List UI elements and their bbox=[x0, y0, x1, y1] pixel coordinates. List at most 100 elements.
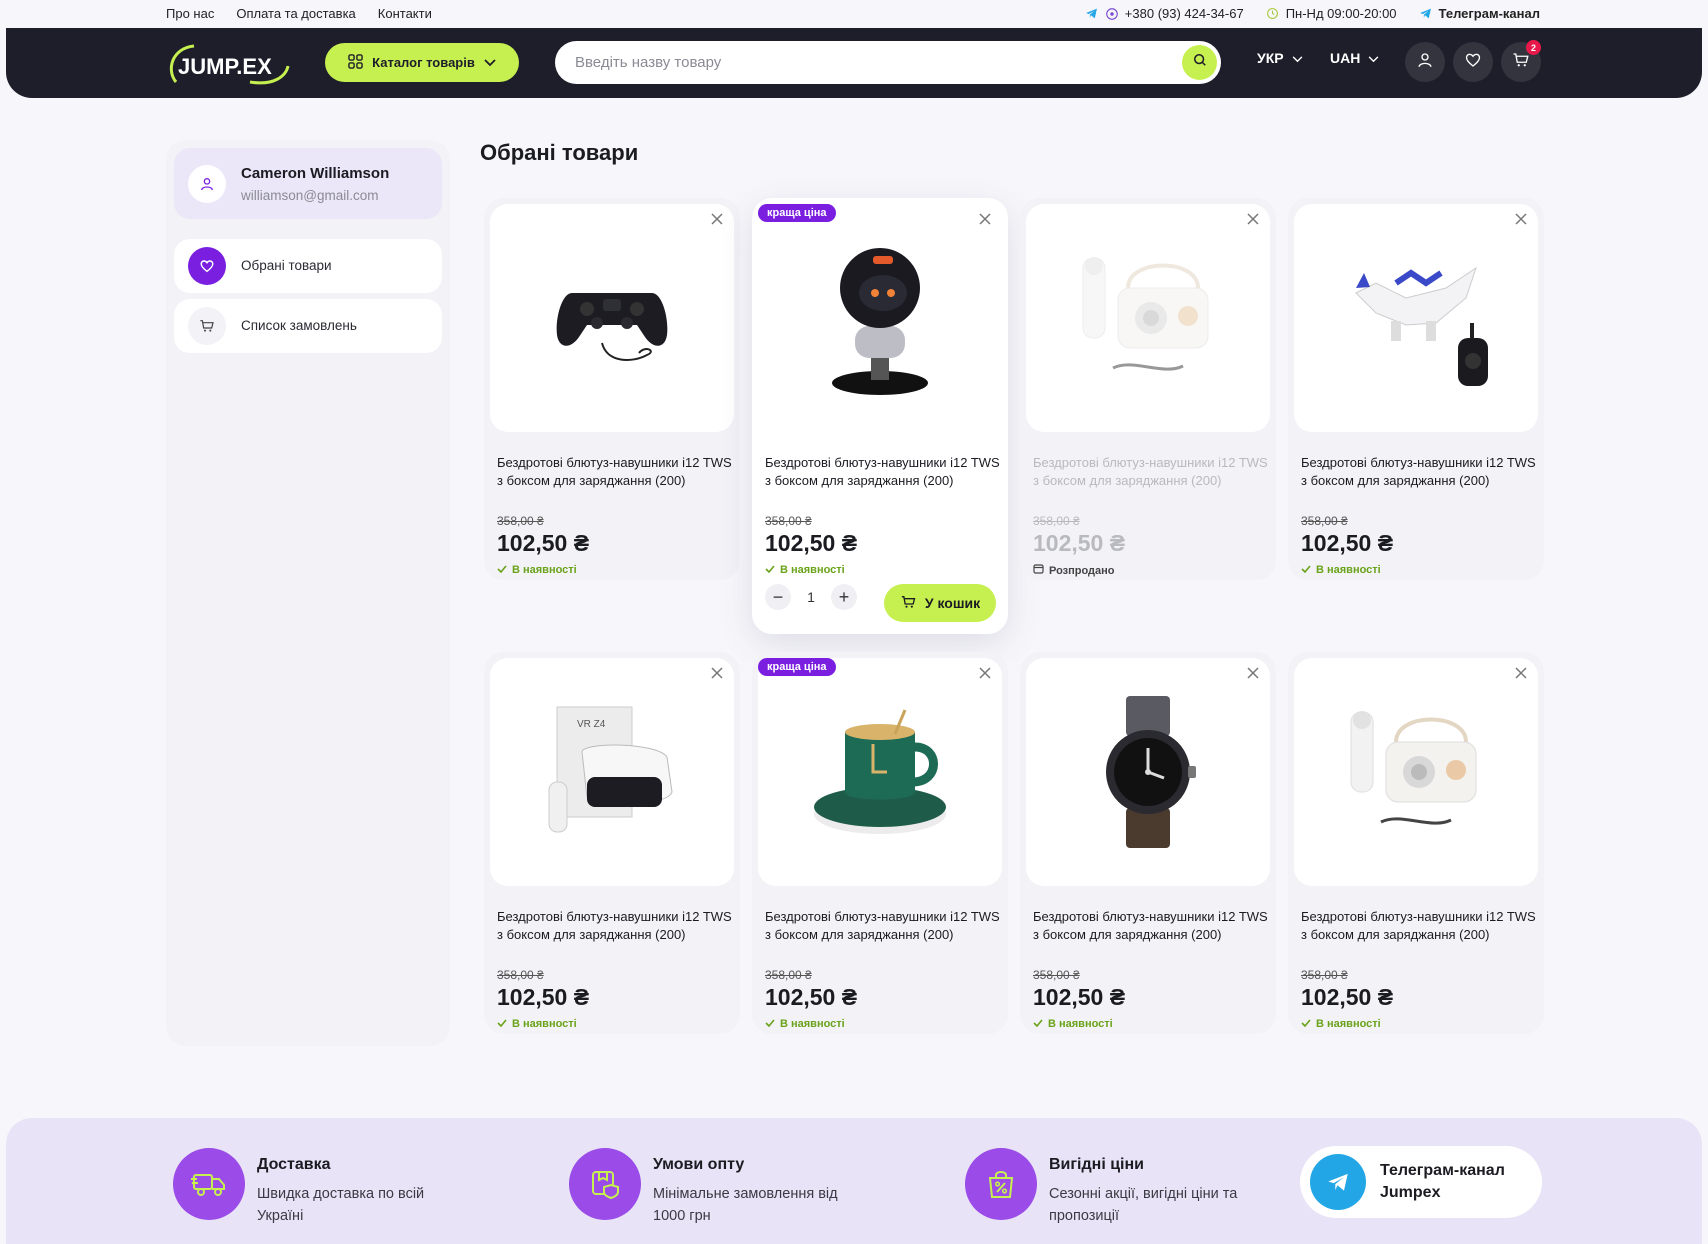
link-payment-delivery[interactable]: Оплата та доставка bbox=[236, 6, 355, 21]
product-card[interactable]: VR Z4 Бездротові блютуз-навушники i12 TWS… bbox=[484, 652, 740, 1034]
sidebar-item-label: Обрані товари bbox=[241, 258, 332, 273]
cart-button[interactable]: 2 bbox=[1501, 40, 1541, 82]
stock-status: В наявності bbox=[1301, 1018, 1381, 1030]
catalog-button[interactable]: Каталог товарів bbox=[325, 43, 519, 82]
phone-number[interactable]: +380 (93) 424-34-67 bbox=[1125, 6, 1244, 21]
stock-status-label: В наявності bbox=[512, 564, 577, 576]
product-card[interactable]: краща ціна Бездротові блютуз-навушники i1… bbox=[752, 198, 1008, 634]
product-title[interactable]: Бездротові блютуз-навушники i12 TWS з бо… bbox=[1033, 454, 1269, 490]
close-icon bbox=[711, 666, 723, 684]
remove-from-favorites-button[interactable] bbox=[708, 212, 726, 230]
product-image[interactable] bbox=[1294, 204, 1538, 432]
old-price: 358,00 ₴ bbox=[497, 514, 544, 528]
product-image[interactable] bbox=[1026, 658, 1270, 886]
wishlist-button[interactable] bbox=[1453, 42, 1493, 82]
phone-group[interactable]: +380 (93) 424-34-67 bbox=[1085, 6, 1244, 21]
product-image[interactable] bbox=[1026, 204, 1270, 432]
stock-status: В наявності bbox=[1033, 1018, 1113, 1030]
close-icon bbox=[711, 212, 723, 230]
discount-bag-icon bbox=[965, 1148, 1037, 1220]
telegram-channel-card[interactable]: Телеграм-канал Jumpex bbox=[1300, 1146, 1542, 1218]
features-bar: Доставка Швидка доставка по всій Україні… bbox=[6, 1118, 1702, 1244]
telegram-icon bbox=[1419, 7, 1433, 21]
remove-from-favorites-button[interactable] bbox=[976, 666, 994, 684]
remove-from-favorites-button[interactable] bbox=[976, 212, 994, 230]
telegram-link[interactable]: Телеграм-канал bbox=[1419, 6, 1540, 21]
link-about[interactable]: Про нас bbox=[166, 6, 214, 21]
search-icon bbox=[1193, 53, 1207, 72]
svg-text:VR Z4: VR Z4 bbox=[577, 719, 606, 730]
remove-from-favorites-button[interactable] bbox=[1244, 212, 1262, 230]
product-image[interactable]: VR Z4 bbox=[490, 658, 734, 886]
stock-status: В наявності bbox=[765, 564, 845, 576]
header: JUMP.EX Каталог товарів УКР UAH 2 bbox=[6, 28, 1702, 98]
search-input[interactable] bbox=[575, 41, 1135, 84]
product-card[interactable]: Бездротові блютуз-навушники i12 TWS з бо… bbox=[1288, 198, 1544, 580]
stock-status-label: В наявності bbox=[1316, 1018, 1381, 1030]
price: 102,50 ₴ bbox=[1033, 984, 1126, 1010]
add-to-cart-button[interactable]: У кошик bbox=[884, 584, 996, 622]
feature-text: Швидка доставка по всій Україні bbox=[257, 1186, 425, 1224]
price: 102,50 ₴ bbox=[765, 530, 858, 556]
logo[interactable]: JUMP.EX bbox=[164, 40, 294, 88]
language-select[interactable]: УКР bbox=[1257, 50, 1303, 66]
product-image[interactable] bbox=[758, 658, 1002, 886]
product-title[interactable]: Бездротові блютуз-навушники i12 TWS з бо… bbox=[497, 454, 733, 490]
close-icon bbox=[1247, 666, 1259, 684]
stock-status: Розпродано bbox=[1033, 564, 1115, 577]
decrease-quantity-button[interactable]: − bbox=[765, 584, 791, 610]
telegram-link-label[interactable]: Телеграм-канал bbox=[1439, 6, 1540, 21]
close-icon bbox=[1247, 212, 1259, 230]
remove-from-favorites-button[interactable] bbox=[1512, 666, 1530, 684]
remove-from-favorites-button[interactable] bbox=[1244, 666, 1262, 684]
old-price: 358,00 ₴ bbox=[497, 968, 544, 982]
product-card[interactable]: Бездротові блютуз-навушники i12 TWS з бо… bbox=[1020, 652, 1276, 1034]
profile-card: Cameron Williamson williamson@gmail.com bbox=[174, 148, 442, 219]
catalog-label: Каталог товарів bbox=[372, 55, 475, 70]
product-title[interactable]: Бездротові блютуз-навушники i12 TWS з бо… bbox=[497, 908, 733, 944]
product-title[interactable]: Бездротові блютуз-навушники i12 TWS з бо… bbox=[1301, 454, 1537, 490]
currency-select[interactable]: UAH bbox=[1330, 50, 1379, 66]
user-icon bbox=[1416, 51, 1434, 74]
increase-quantity-button[interactable]: + bbox=[831, 584, 857, 610]
close-icon bbox=[979, 212, 991, 230]
remove-from-favorites-button[interactable] bbox=[708, 666, 726, 684]
sidebar-item-favorites[interactable]: Обрані товари bbox=[174, 239, 442, 293]
account-button[interactable] bbox=[1405, 42, 1445, 82]
old-price: 358,00 ₴ bbox=[1301, 968, 1348, 982]
search-button[interactable] bbox=[1182, 45, 1217, 80]
link-contacts[interactable]: Контакти bbox=[378, 6, 432, 21]
box-shield-icon bbox=[569, 1148, 641, 1220]
user-icon bbox=[201, 178, 213, 191]
product-title[interactable]: Бездротові блютуз-навушники i12 TWS з бо… bbox=[1301, 908, 1537, 944]
cart-icon bbox=[1512, 51, 1530, 74]
grid-icon bbox=[348, 53, 363, 72]
quantity-value: 1 bbox=[807, 589, 815, 605]
chevron-down-icon bbox=[1368, 50, 1379, 66]
sidebar-item-orders[interactable]: Список замовлень bbox=[174, 299, 442, 353]
product-title[interactable]: Бездротові блютуз-навушники i12 TWS з бо… bbox=[1033, 908, 1269, 944]
quantity-stepper: − 1 + bbox=[765, 584, 857, 610]
product-image[interactable] bbox=[1294, 658, 1538, 886]
product-card[interactable]: краща ціна Бездротові блютуз-навушники i1… bbox=[752, 652, 1008, 1034]
check-icon bbox=[1301, 1018, 1311, 1030]
stock-status: В наявності bbox=[765, 1018, 845, 1030]
feature-title: Доставка bbox=[257, 1156, 331, 1173]
old-price: 358,00 ₴ bbox=[1033, 514, 1080, 528]
remove-from-favorites-button[interactable] bbox=[1512, 212, 1530, 230]
best-price-badge: краща ціна bbox=[758, 658, 836, 676]
product-image[interactable] bbox=[758, 204, 1002, 432]
price: 102,50 ₴ bbox=[1301, 984, 1394, 1010]
heart-icon bbox=[1464, 51, 1482, 74]
feature-text: Мінімальне замовлення від 1000 грн bbox=[653, 1186, 838, 1224]
stock-status-label: В наявності bbox=[780, 1018, 845, 1030]
product-card[interactable]: Бездротові блютуз-навушники i12 TWS з бо… bbox=[1288, 652, 1544, 1034]
cart-icon bbox=[900, 594, 917, 613]
product-image[interactable] bbox=[490, 204, 734, 432]
product-title[interactable]: Бездротові блютуз-навушники i12 TWS з бо… bbox=[765, 908, 1001, 944]
close-icon bbox=[1515, 212, 1527, 230]
heart-icon bbox=[188, 247, 226, 285]
product-card[interactable]: Бездротові блютуз-навушники i12 TWS з бо… bbox=[484, 198, 740, 580]
product-title[interactable]: Бездротові блютуз-навушники i12 TWS з бо… bbox=[765, 454, 1001, 490]
product-card[interactable]: Бездротові блютуз-навушники i12 TWS з бо… bbox=[1020, 198, 1276, 580]
